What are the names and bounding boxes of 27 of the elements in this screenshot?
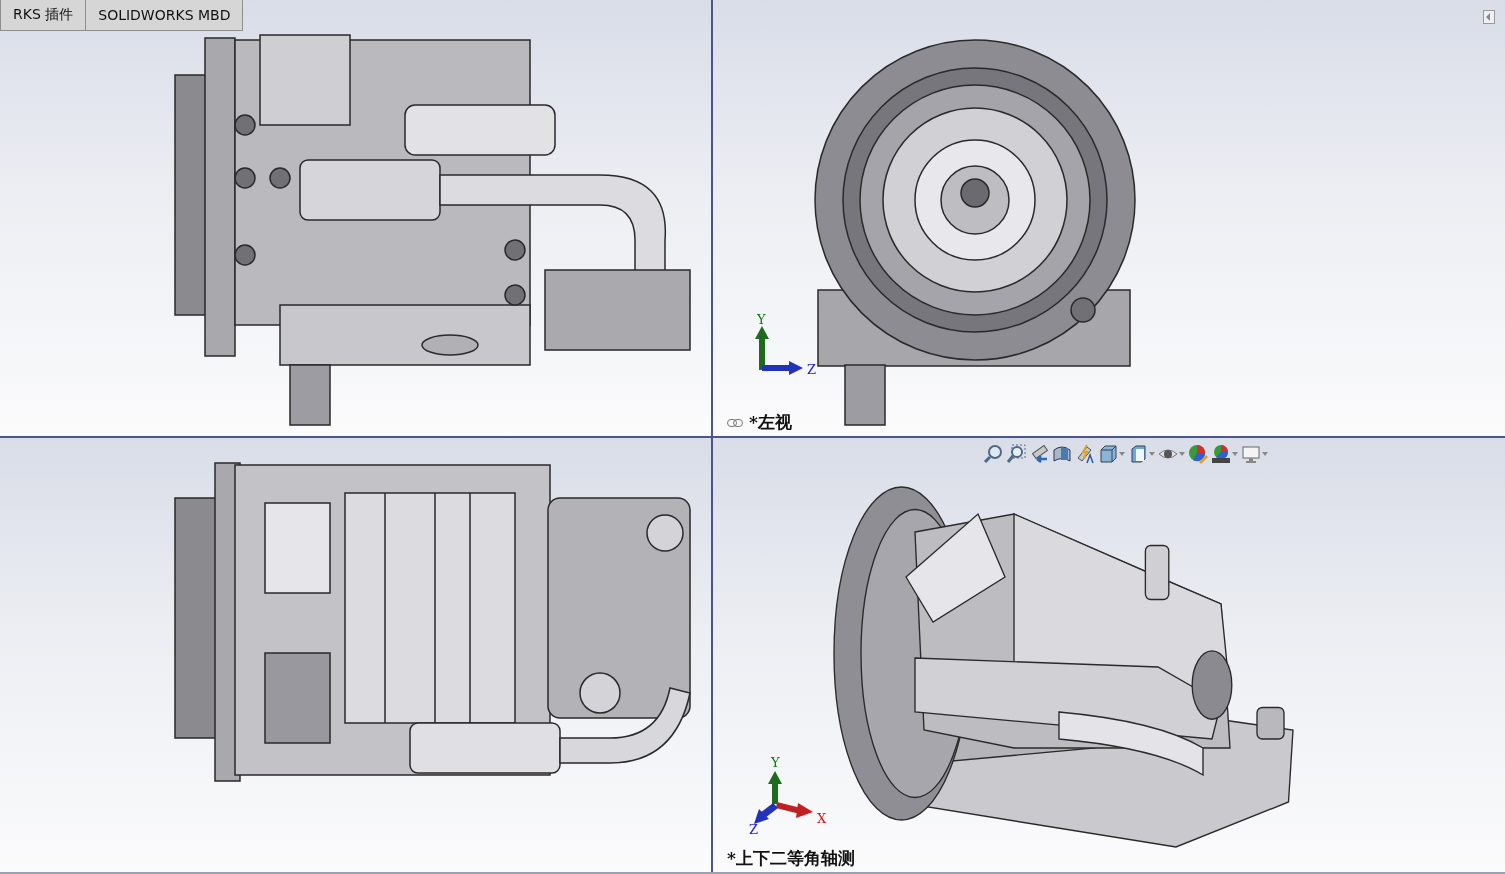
- caret-icon[interactable]: [1232, 452, 1238, 456]
- color-wheel-scene-icon[interactable]: [1211, 444, 1231, 464]
- y-axis-arrow: [768, 771, 782, 804]
- tab[interactable]: RKS 插件: [0, 0, 87, 31]
- x-axis-arrow: [776, 802, 813, 818]
- section-view-icon[interactable]: [1052, 444, 1072, 464]
- axis-label: Y: [757, 314, 766, 327]
- caret-icon[interactable]: [1262, 452, 1268, 456]
- z-axis-arrow: [754, 803, 778, 824]
- monitor-icon[interactable]: [1241, 444, 1261, 464]
- magnifier-icon[interactable]: [983, 444, 1003, 464]
- axis-label: Y: [771, 756, 780, 770]
- shaded-cube-icon[interactable]: [1128, 444, 1148, 464]
- view-name: *左视: [749, 411, 792, 434]
- view-name: *上下二等角轴测: [727, 847, 855, 870]
- axis-label: X: [817, 811, 827, 826]
- restore-viewport-icon[interactable]: [1483, 10, 1495, 24]
- caret-icon[interactable]: [1149, 452, 1155, 456]
- cube-icon[interactable]: [1098, 444, 1118, 464]
- caret-icon[interactable]: [1179, 452, 1185, 456]
- z-axis-arrow: [762, 361, 803, 375]
- axis-label: Z: [807, 362, 817, 377]
- caret-icon[interactable]: [1119, 452, 1125, 456]
- tab[interactable]: SOLIDWORKS MBD: [85, 0, 244, 31]
- color-wheel-pencil-icon[interactable]: [1188, 444, 1208, 464]
- zoom-area-icon[interactable]: [1006, 444, 1026, 464]
- axis-label: Z: [749, 822, 759, 836]
